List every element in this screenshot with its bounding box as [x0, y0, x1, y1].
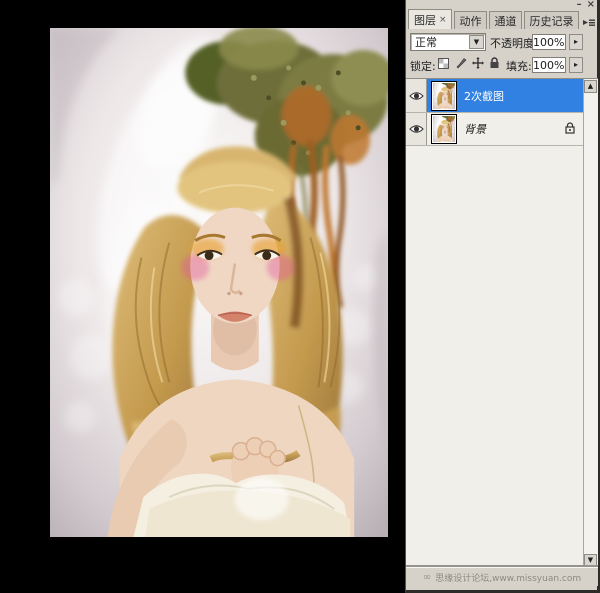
blend-opacity-row: 正常 ▼ 不透明度: 100% ▸: [406, 31, 597, 53]
blend-mode-select[interactable]: 正常 ▼: [410, 33, 486, 51]
eye-icon: [409, 91, 424, 101]
tab-actions[interactable]: 动作: [454, 11, 487, 29]
fill-input[interactable]: 100%: [532, 57, 566, 73]
tab-channels-label: 通道: [495, 13, 517, 29]
canvas-area[interactable]: [0, 0, 405, 593]
lock-position-icon[interactable]: [471, 56, 484, 70]
panel-menu-icon[interactable]: [581, 16, 596, 29]
tab-channels[interactable]: 通道: [489, 11, 522, 29]
panel-statusbar: ∞ 思缘设计论坛,www.missyuan.com: [406, 567, 598, 586]
eye-icon: [409, 124, 424, 134]
lock-buttons: [437, 56, 501, 70]
layer-name[interactable]: 背景: [464, 121, 565, 137]
fill-slider-button[interactable]: ▸: [569, 57, 583, 73]
layer-name[interactable]: 2次截图: [464, 88, 583, 104]
opacity-input[interactable]: 100%: [532, 34, 566, 50]
watermark-text: 思缘设计论坛,www.missyuan.com: [435, 571, 581, 584]
visibility-cell[interactable]: [406, 79, 427, 112]
fill-label: 填充:: [506, 58, 532, 74]
lock-label: 锁定:: [410, 58, 436, 74]
tab-history[interactable]: 历史记录: [524, 11, 579, 29]
scroll-up-icon[interactable]: ▲: [584, 80, 597, 93]
scroll-down-icon[interactable]: ▼: [584, 554, 597, 567]
opacity-slider-button[interactable]: ▸: [569, 34, 583, 50]
lock-paint-icon[interactable]: [454, 56, 467, 70]
layer-row-2cijietu[interactable]: 2次截图: [406, 79, 583, 113]
tab-history-label: 历史记录: [530, 13, 574, 29]
tab-actions-label: 动作: [460, 13, 482, 29]
layers-scrollbar[interactable]: ▲ ▼: [583, 79, 597, 568]
opacity-label: 不透明度:: [490, 35, 538, 51]
layer-locked-icon: [565, 122, 575, 137]
layers-list: 2次截图 背景 ▲ ▼: [406, 78, 598, 567]
layers-panel: – × 图层 × 动作 通道 历史记录 正常 ▼ 不透明度: 100: [405, 0, 600, 593]
document-photo[interactable]: [50, 28, 388, 537]
panel-tab-bar: 图层 × 动作 通道 历史记录: [408, 9, 581, 29]
tab-close-icon[interactable]: ×: [439, 15, 447, 25]
tab-layers[interactable]: 图层 ×: [408, 9, 452, 29]
lock-all-icon[interactable]: [488, 56, 501, 70]
lock-fill-row: 锁定:: [406, 54, 597, 76]
lock-transparency-icon[interactable]: [437, 56, 450, 70]
visibility-cell[interactable]: [406, 113, 427, 145]
layer-thumbnail[interactable]: [431, 81, 457, 111]
layer-thumbnail[interactable]: [431, 114, 457, 144]
watermark-logo: ∞: [423, 572, 431, 583]
blend-mode-value: 正常: [411, 34, 469, 50]
close-button[interactable]: ×: [587, 0, 595, 11]
tab-layers-label: 图层: [414, 12, 436, 28]
layer-row-background[interactable]: 背景: [406, 113, 583, 146]
chevron-down-icon[interactable]: ▼: [469, 35, 484, 49]
